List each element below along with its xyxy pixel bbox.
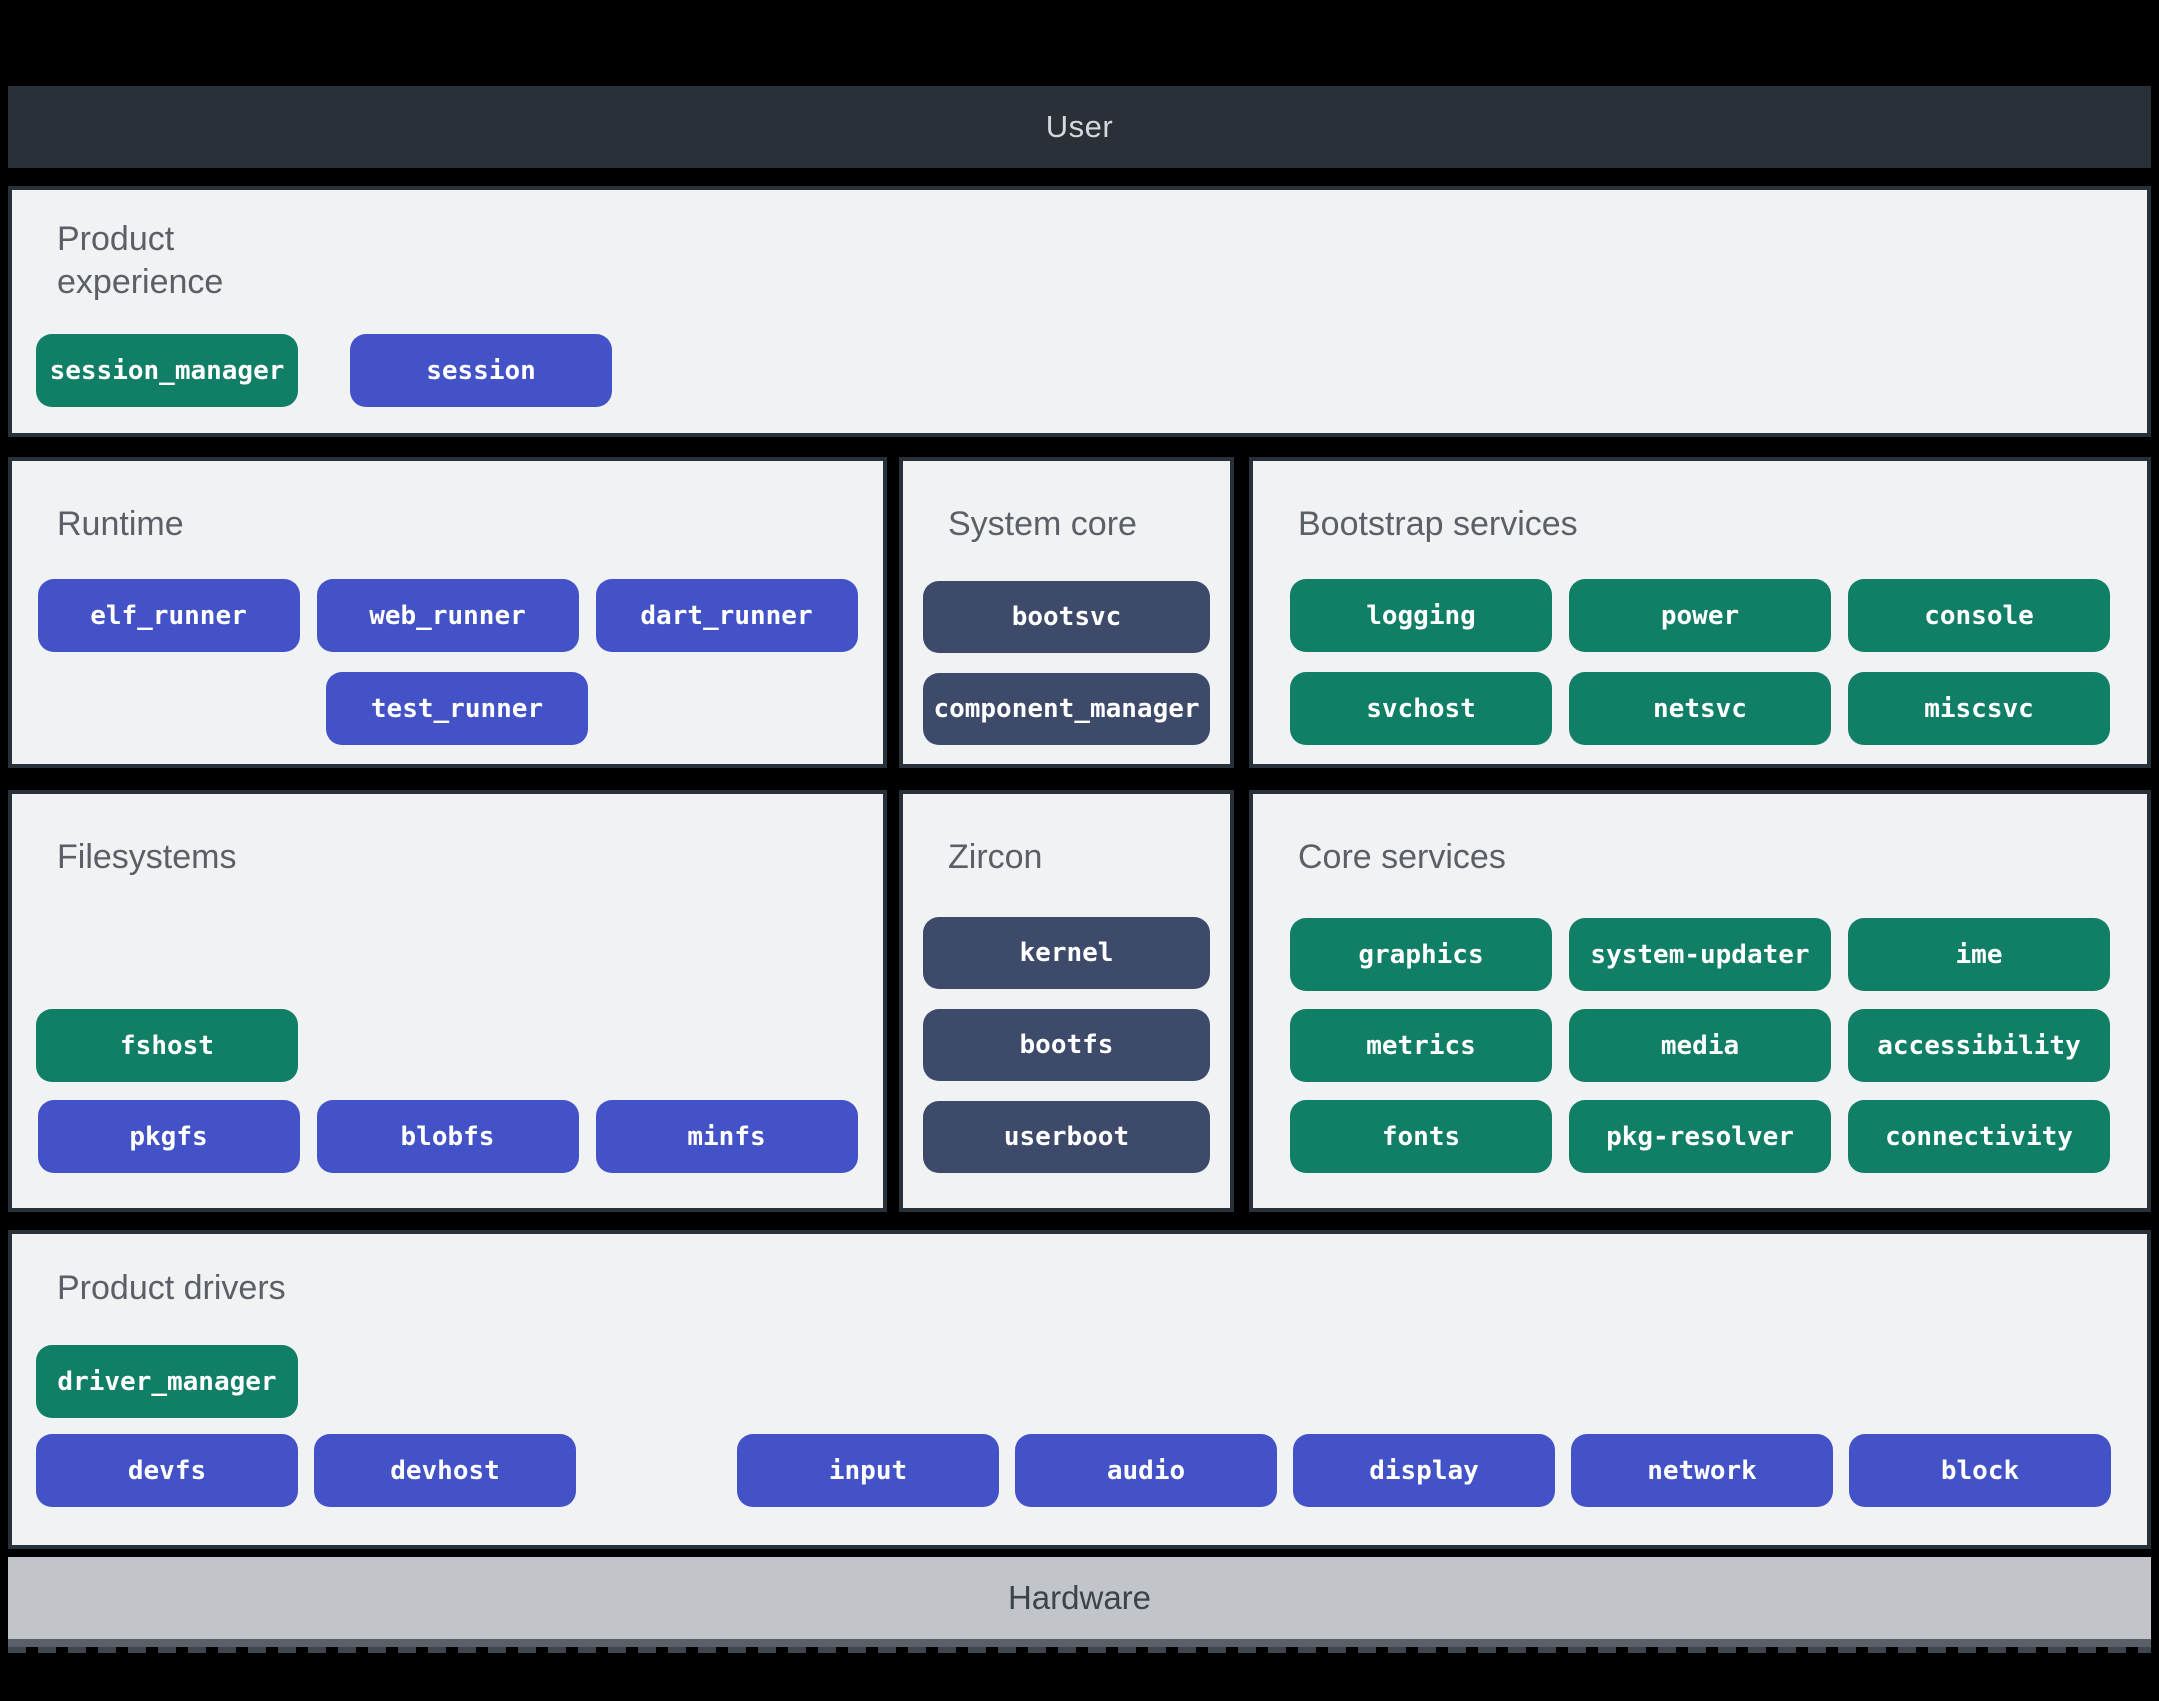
- node-rows: bootsvc component_manager: [903, 581, 1230, 764]
- node-row: bootsvc: [923, 581, 1210, 653]
- panel-system-core: System core bootsvc component_manager: [899, 457, 1234, 768]
- node-devhost: devhost: [314, 1434, 576, 1507]
- panel-bootstrap-services: Bootstrap services logging power console…: [1249, 457, 2151, 768]
- middle-row-upper: Runtime elf_runner web_runner dart_runne…: [8, 457, 2151, 768]
- node-system-updater: system-updater: [1569, 918, 1831, 991]
- node-row: pkgfs blobfs minfs: [12, 1100, 883, 1173]
- node-rows: graphics system-updater ime metrics medi…: [1253, 918, 2147, 1208]
- panel-title: Zircon: [948, 838, 1043, 876]
- node-elf-runner: elf_runner: [37, 579, 300, 652]
- user-layer-bar: User: [8, 86, 2151, 168]
- node-logging: logging: [1290, 579, 1552, 652]
- node-rows: logging power console svchost netsvc mis…: [1253, 579, 2147, 764]
- node-blobfs: blobfs: [316, 1100, 579, 1173]
- node-display: display: [1293, 1434, 1555, 1507]
- node-session: session: [350, 334, 612, 407]
- node-audio: audio: [1015, 1434, 1277, 1507]
- node-ime: ime: [1848, 918, 2110, 991]
- panel-title: Core services: [1298, 838, 1506, 876]
- node-dart-runner: dart_runner: [595, 579, 858, 652]
- node-row: metrics media accessibility: [1253, 1009, 2147, 1082]
- fuchsia-architecture-diagram: User Product experience session_manager …: [0, 0, 2159, 1701]
- node-svchost: svchost: [1290, 672, 1552, 745]
- hardware-layer-bar: Hardware: [8, 1557, 2151, 1647]
- node-row: fshost: [12, 1009, 883, 1082]
- node-session-manager: session_manager: [36, 334, 298, 407]
- node-row: devfs devhost input audio display networ…: [12, 1434, 2147, 1507]
- panel-title: Product experience: [57, 220, 224, 301]
- node-rows: driver_manager devfs devhost input audio…: [12, 1345, 2147, 1545]
- node-rows: kernel bootfs userboot: [903, 917, 1230, 1208]
- node-media: media: [1569, 1009, 1831, 1082]
- node-devfs: devfs: [36, 1434, 298, 1507]
- panel-title: System core: [948, 505, 1137, 543]
- hardware-layer-label: Hardware: [1007, 1579, 1152, 1616]
- panel-title: Product drivers: [57, 1269, 286, 1307]
- node-netsvc: netsvc: [1569, 672, 1831, 745]
- node-miscsvc: miscsvc: [1848, 672, 2110, 745]
- node-rows: fshost pkgfs blobfs minfs: [12, 1009, 883, 1208]
- node-bootfs: bootfs: [923, 1009, 1210, 1081]
- middle-row-lower: Filesystems fshost pkgfs blobfs minfs Zi…: [8, 790, 2151, 1212]
- node-row: test_runner: [12, 672, 883, 745]
- node-fonts: fonts: [1290, 1100, 1552, 1173]
- node-connectivity: connectivity: [1848, 1100, 2110, 1173]
- node-pkgfs: pkgfs: [37, 1100, 300, 1173]
- node-web-runner: web_runner: [316, 579, 579, 652]
- node-driver-manager: driver_manager: [36, 1345, 298, 1418]
- node-accessibility: accessibility: [1848, 1009, 2110, 1082]
- panel-product-drivers: Product drivers driver_manager devfs dev…: [8, 1230, 2151, 1549]
- node-component-manager: component_manager: [923, 673, 1210, 745]
- panel-title: Filesystems: [57, 838, 237, 876]
- node-metrics: metrics: [1290, 1009, 1552, 1082]
- row-spacer: [592, 1434, 721, 1507]
- node-row: kernel: [923, 917, 1210, 989]
- node-kernel: kernel: [923, 917, 1210, 989]
- node-row: bootfs: [923, 1009, 1210, 1081]
- panel-title: Bootstrap services: [1298, 505, 1578, 543]
- panel-filesystems: Filesystems fshost pkgfs blobfs minfs: [8, 790, 887, 1212]
- panel-zircon: Zircon kernel bootfs userboot: [899, 790, 1234, 1212]
- panel-runtime: Runtime elf_runner web_runner dart_runne…: [8, 457, 887, 768]
- node-graphics: graphics: [1290, 918, 1552, 991]
- node-fshost: fshost: [36, 1009, 298, 1082]
- user-layer-label: User: [1045, 109, 1114, 144]
- node-row: component_manager: [923, 673, 1210, 745]
- node-row: userboot: [923, 1101, 1210, 1173]
- panel-product-experience: Product experience session_manager sessi…: [8, 186, 2151, 437]
- node-minfs: minfs: [595, 1100, 858, 1173]
- node-row: fonts pkg-resolver connectivity: [1253, 1100, 2147, 1173]
- node-input: input: [737, 1434, 999, 1507]
- node-power: power: [1569, 579, 1831, 652]
- panel-core-services: Core services graphics system-updater im…: [1249, 790, 2151, 1212]
- node-row: elf_runner web_runner dart_runner: [12, 579, 883, 652]
- node-rows: elf_runner web_runner dart_runner test_r…: [12, 579, 883, 764]
- node-row: graphics system-updater ime: [1253, 918, 2147, 991]
- panel-title: Runtime: [57, 505, 184, 543]
- node-pkg-resolver: pkg-resolver: [1569, 1100, 1831, 1173]
- node-network: network: [1571, 1434, 1833, 1507]
- node-row: session_manager session: [12, 334, 2147, 407]
- node-userboot: userboot: [923, 1101, 1210, 1173]
- node-row: svchost netsvc miscsvc: [1253, 672, 2147, 745]
- node-console: console: [1848, 579, 2110, 652]
- node-row: driver_manager: [12, 1345, 2147, 1418]
- node-test-runner: test_runner: [326, 672, 588, 745]
- node-block: block: [1849, 1434, 2111, 1507]
- node-row: logging power console: [1253, 579, 2147, 652]
- node-bootsvc: bootsvc: [923, 581, 1210, 653]
- node-rows: session_manager session: [12, 334, 2147, 433]
- hardware-dashed-divider: [8, 1647, 2151, 1653]
